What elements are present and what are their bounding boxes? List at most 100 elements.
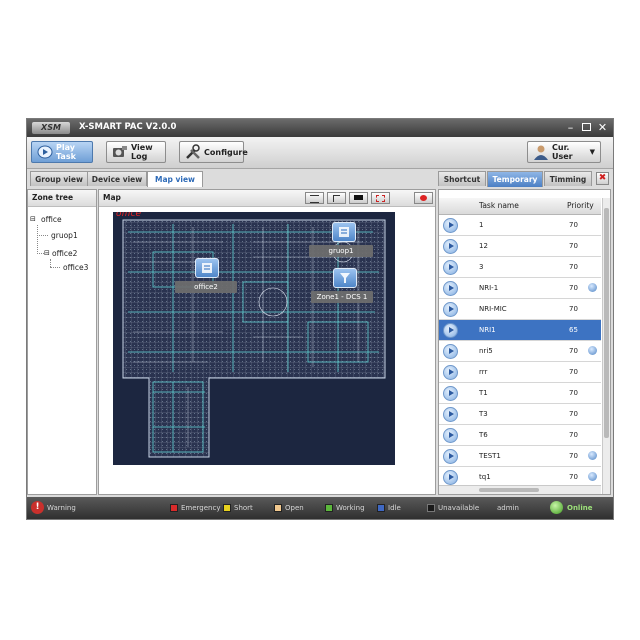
play-task-button[interactable]: Play Task [31, 141, 93, 163]
short-swatch [223, 504, 231, 512]
app-title: X-SMART PAC V2.0.0 [79, 122, 177, 132]
zone-office2-icon[interactable] [195, 258, 219, 278]
task-priority: 70 [569, 473, 578, 481]
task-priority: 70 [569, 431, 578, 439]
map-alert-button[interactable] [414, 192, 433, 204]
task-priority: 70 [569, 305, 578, 313]
task-row[interactable]: T1 70 [439, 383, 601, 404]
task-scrollbar-thumb[interactable] [604, 208, 609, 438]
close-button[interactable]: ✕ [596, 121, 609, 134]
legend-unavailable-label: Unavailable [438, 504, 480, 512]
tab-group-view-label: Group view [35, 175, 83, 184]
task-scrollbar[interactable] [602, 198, 610, 494]
minimize-button[interactable]: – [564, 121, 577, 134]
play-icon[interactable] [443, 344, 458, 359]
fit-icon [376, 195, 385, 202]
unavailable-swatch [427, 504, 435, 512]
play-icon[interactable] [443, 470, 458, 485]
tree-item-office[interactable]: office [41, 215, 62, 224]
task-name: rrr [479, 368, 488, 376]
task-priority: 70 [569, 284, 578, 292]
task-table-header: Task name Priority [439, 198, 601, 215]
repeat-icon [588, 346, 597, 355]
play-icon[interactable] [443, 407, 458, 422]
remove-task-button[interactable]: ✖ [596, 172, 609, 185]
play-icon[interactable] [443, 260, 458, 275]
zone-gruop1-icon[interactable] [332, 222, 356, 242]
task-row[interactable]: NRI1 65 [439, 320, 601, 341]
legend-short: Short [223, 504, 253, 512]
zone-office2-label[interactable]: office2 [175, 281, 237, 293]
configure-button[interactable]: Configure [179, 141, 248, 163]
task-row[interactable]: rrr 70 [439, 362, 601, 383]
warning-indicator[interactable]: ! Warning [31, 501, 76, 514]
play-icon[interactable] [443, 428, 458, 443]
task-priority: 70 [569, 221, 578, 229]
task-row[interactable]: TEST1 70 [439, 446, 601, 467]
collapse-office-icon[interactable]: ⊟ [30, 215, 36, 223]
map-tool-list-button[interactable] [305, 192, 324, 204]
play-icon[interactable] [443, 239, 458, 254]
tree-item-gruop1[interactable]: gruop1 [51, 231, 78, 240]
task-name: TEST1 [479, 452, 501, 460]
title-bar: XSM X-SMART PAC V2.0.0 – ✕ [27, 119, 613, 137]
user-icon [533, 144, 549, 160]
task-name: 12 [479, 242, 488, 250]
task-row[interactable]: 3 70 [439, 257, 601, 278]
play-icon[interactable] [443, 281, 458, 296]
task-row[interactable]: T6 70 [439, 425, 601, 446]
task-name: NRI1 [479, 326, 496, 334]
legend-idle: Idle [377, 504, 401, 512]
app-logo: XSM [32, 122, 70, 134]
task-row[interactable]: NRI-MIC 70 [439, 299, 601, 320]
play-task-label: Play Task [56, 143, 76, 161]
column-priority[interactable]: Priority [567, 201, 594, 210]
play-icon[interactable] [443, 218, 458, 233]
tab-map-view[interactable]: Map view [147, 171, 203, 187]
task-row[interactable]: 1 70 [439, 215, 601, 236]
zone1-dcs1-icon[interactable] [333, 268, 357, 288]
repeat-icon [588, 451, 597, 460]
tab-device-view[interactable]: Device view [87, 171, 147, 186]
view-log-button[interactable]: View Log [106, 141, 166, 163]
map-tool-tree-button[interactable] [327, 192, 346, 204]
task-row[interactable]: 12 70 [439, 236, 601, 257]
chevron-down-icon: ▼ [589, 148, 595, 156]
alert-icon [420, 195, 427, 201]
column-task-name[interactable]: Task name [479, 201, 519, 210]
map-tool-fit-button[interactable] [371, 192, 390, 204]
task-priority: 70 [569, 452, 578, 460]
play-icon[interactable] [443, 323, 458, 338]
play-icon[interactable] [443, 302, 458, 317]
play-icon[interactable] [443, 386, 458, 401]
tree-item-office3[interactable]: office3 [63, 263, 88, 272]
play-icon[interactable] [443, 365, 458, 380]
task-name: 3 [479, 263, 484, 271]
tab-group-view[interactable]: Group view [30, 171, 88, 186]
current-user-dropdown[interactable]: Cur. User ▼ [527, 141, 601, 163]
fullscreen-icon [354, 195, 363, 200]
floor-map[interactable]: office gruop1 office2 Zone1 - DCS 1 [113, 212, 395, 465]
play-icon[interactable] [443, 449, 458, 464]
task-row[interactable]: T3 70 [439, 404, 601, 425]
tree-item-office2[interactable]: office2 [52, 249, 77, 258]
zone1-dcs1-label[interactable]: Zone1 - DCS 1 [311, 291, 373, 303]
task-name: nri5 [479, 347, 493, 355]
task-hscrollbar[interactable] [439, 485, 601, 494]
tab-timming[interactable]: Timming [544, 171, 592, 186]
status-bar: ! Warning Emergency Short Open Working I… [27, 497, 613, 519]
view-log-icon [112, 144, 128, 160]
repeat-icon [588, 472, 597, 481]
collapse-office2-icon[interactable]: ⊟ [44, 249, 50, 257]
task-priority: 65 [569, 326, 578, 334]
zone-gruop1-label[interactable]: gruop1 [309, 245, 373, 257]
task-hscrollbar-thumb[interactable] [479, 488, 539, 492]
tab-shortcut[interactable]: Shortcut [438, 171, 486, 186]
tab-temporary[interactable]: Temporary [487, 171, 543, 187]
task-row[interactable]: nri5 70 [439, 341, 601, 362]
restore-button[interactable] [580, 121, 593, 134]
zone-tree-panel: Zone tree ⊟ office gruop1 ⊟ office2 offi… [27, 189, 97, 495]
map-tools [305, 192, 390, 204]
task-row[interactable]: NRI-1 70 [439, 278, 601, 299]
map-tool-fullscreen-button[interactable] [349, 192, 368, 204]
